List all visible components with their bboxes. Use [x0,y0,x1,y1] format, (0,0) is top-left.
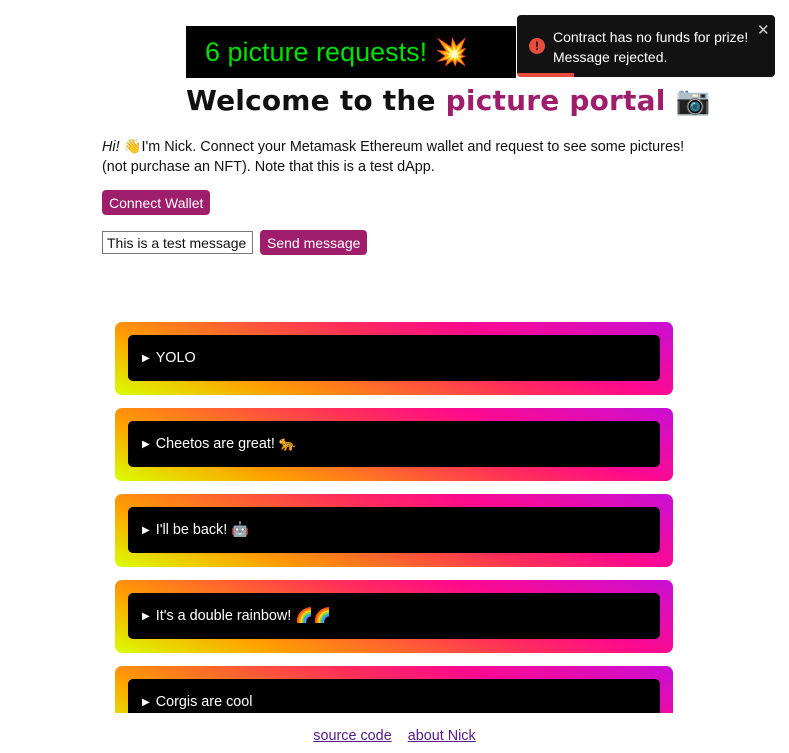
error-toast[interactable]: ! Contract has no funds for prize! Messa… [517,15,775,77]
error-icon: ! [529,38,545,54]
disclosure-triangle-icon: ▶ [142,697,150,708]
request-counter-banner: 6 picture requests! 💥 [186,26,516,78]
message-label: It's a double rainbow! 🌈🌈 [155,608,332,624]
intro-greeting: Hi! [102,139,120,155]
message-input[interactable] [102,231,253,254]
disclosure-triangle-icon: ▶ [142,611,150,622]
close-icon[interactable]: ✕ [757,21,770,41]
message-summary[interactable]: ▶ Cheetos are great! 🐆 [128,421,660,467]
request-counter-text: 6 picture requests! 💥 [205,37,469,67]
toast-line-1: Contract has no funds for prize! [553,29,749,45]
disclosure-triangle-icon: ▶ [142,525,150,536]
toast-message: Contract has no funds for prize! Message… [553,27,753,67]
message-card: ▶ YOLO [115,322,673,395]
message-summary[interactable]: ▶ I'll be back! 🤖 [128,507,660,553]
message-summary[interactable]: ▶ YOLO [128,335,660,381]
message-label: Cheetos are great! 🐆 [155,436,297,452]
wave-icon: 👋 [123,139,142,155]
message-card: ▶ I'll be back! 🤖 [115,494,673,567]
page-title: Welcome to the picture portal 📷 [186,84,711,117]
intro-paragraph: Hi! 👋I'm Nick. Connect your Metamask Eth… [102,137,692,177]
about-nick-link[interactable]: about Nick [408,728,476,744]
message-label: I'll be back! 🤖 [155,522,250,538]
message-summary[interactable]: ▶ It's a double rainbow! 🌈🌈 [128,593,660,639]
toast-progress-bar [517,73,574,77]
message-card: ▶ Cheetos are great! 🐆 [115,408,673,481]
toast-line-2: Message rejected. [553,49,668,65]
message-card: ▶ Corgis are cool [115,666,673,713]
camera-icon: 📷 [675,84,711,117]
message-summary[interactable]: ▶ Corgis are cool [128,679,660,713]
disclosure-triangle-icon: ▶ [142,439,150,450]
connect-wallet-button[interactable]: Connect Wallet [102,190,211,215]
title-accent: picture portal [445,84,666,117]
message-label: YOLO [155,350,196,366]
disclosure-triangle-icon: ▶ [142,353,150,364]
source-code-link[interactable]: source code [313,728,391,744]
title-prefix: Welcome to the [186,84,446,117]
message-card: ▶ It's a double rainbow! 🌈🌈 [115,580,673,653]
intro-text: I'm Nick. Connect your Metamask Ethereum… [102,139,685,175]
message-label: Corgis are cool [155,694,253,710]
footer-links: source code about Nick [0,728,789,744]
send-message-button[interactable]: Send message [260,230,368,255]
